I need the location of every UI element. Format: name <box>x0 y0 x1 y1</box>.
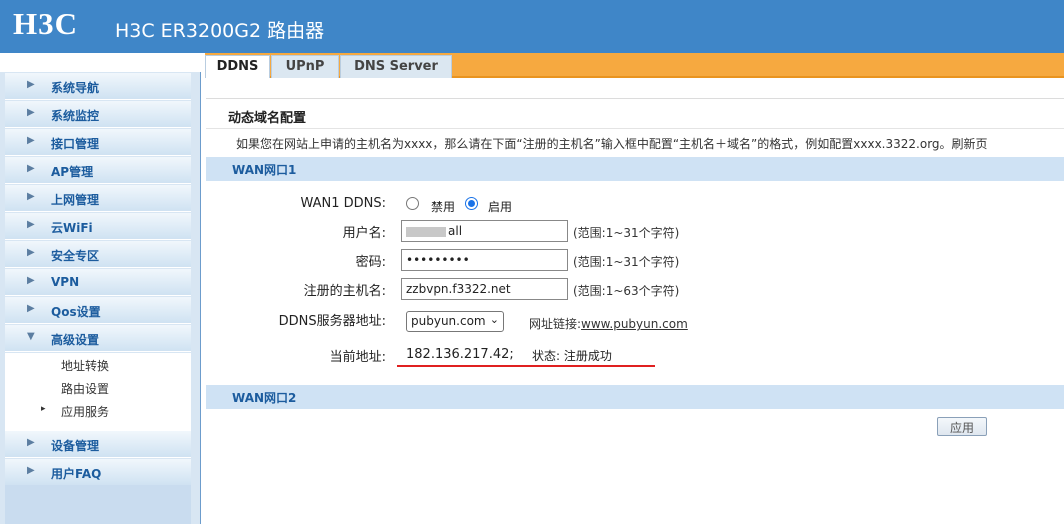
username-label: 用户名: <box>342 226 386 241</box>
sidebar-item-security[interactable]: ▶ 安全专区 <box>5 241 191 268</box>
expand-arrow-icon: ▶ <box>27 191 35 202</box>
sidebar-item-internet[interactable]: ▶ 上网管理 <box>5 185 191 212</box>
app-header: H3C H3C ER3200G2 路由器 <box>0 0 1064 53</box>
expand-arrow-icon: ▶ <box>27 219 35 230</box>
expand-arrow-icon: ▶ <box>27 135 35 146</box>
sidebar-subitem-app-services[interactable]: ▸ 应用服务 <box>5 399 191 422</box>
expand-arrow-icon: ▶ <box>27 79 35 90</box>
expand-arrow-icon: ▶ <box>27 437 35 448</box>
tab-dns-server[interactable]: DNS Server <box>340 55 452 78</box>
sidebar-item-advanced[interactable]: ▼ 高级设置 <box>5 325 191 352</box>
sidebar-item-ap[interactable]: ▶ AP管理 <box>5 157 191 184</box>
expand-arrow-icon: ▶ <box>27 303 35 314</box>
wan2-header[interactable]: WAN网口2 <box>206 385 1064 409</box>
section-title: 动态域名配置 <box>228 111 307 126</box>
ddns-server-select[interactable]: pubyun.com ⌄ <box>406 311 504 332</box>
expand-arrow-icon: ▶ <box>27 275 35 286</box>
expand-arrow-icon: ▶ <box>27 465 35 476</box>
sidebar-item-system-nav[interactable]: ▶ 系统导航 <box>5 73 191 100</box>
h3c-logo: H3C <box>13 6 78 41</box>
ddns-disable-label: 禁用 <box>431 200 456 214</box>
ddns-enable-radio[interactable] <box>465 197 478 210</box>
hostname-hint: (范围:1~63个字符) <box>573 284 680 298</box>
apply-button[interactable]: 应用 <box>937 417 987 436</box>
wan1-ddns-label: WAN1 DDNS: <box>300 196 386 211</box>
username-hint: (范围:1~31个字符) <box>573 226 680 240</box>
username-field[interactable]: all <box>401 220 568 242</box>
sidebar-subitem-routing[interactable]: 路由设置 <box>5 376 191 399</box>
ddns-server-label: DDNS服务器地址: <box>278 314 386 329</box>
tab-bar: DDNS UPnP DNS Server <box>205 53 1064 78</box>
sidebar-item-system-monitor[interactable]: ▶ 系统监控 <box>5 101 191 128</box>
sidebar-item-vpn[interactable]: ▶ VPN <box>5 269 191 296</box>
expand-arrow-icon: ▶ <box>27 163 35 174</box>
tab-ddns[interactable]: DDNS <box>205 55 270 78</box>
highlight-underline <box>397 365 655 367</box>
tab-upnp[interactable]: UPnP <box>271 55 339 78</box>
current-arrow-icon: ▸ <box>41 404 46 414</box>
expand-arrow-icon: ▶ <box>27 107 35 118</box>
hostname-label: 注册的主机名: <box>303 284 386 299</box>
chevron-down-icon: ⌄ <box>489 313 499 326</box>
registration-status: 状态: 注册成功 <box>532 349 612 363</box>
hostname-field[interactable]: zzbvpn.f3322.net <box>401 278 568 300</box>
password-field[interactable]: ••••••••• <box>401 249 568 271</box>
sidebar-item-cloud-wifi[interactable]: ▶ 云WiFi <box>5 213 191 240</box>
pubyun-link[interactable]: www.pubyun.com <box>581 317 688 331</box>
server-link: 网址链接:www.pubyun.com <box>529 317 688 331</box>
ddns-disable-radio[interactable] <box>406 197 419 210</box>
current-address-label: 当前地址: <box>329 350 386 365</box>
blurred-text <box>406 226 446 237</box>
password-hint: (范围:1~31个字符) <box>573 255 680 269</box>
description-text: 如果您在网站上申请的主机名为xxxx，那么请在下面“注册的主机名”输入框中配置“… <box>206 128 1064 155</box>
wan1-header: WAN网口1 <box>206 157 1064 181</box>
ddns-enable-label: 启用 <box>488 200 513 214</box>
sidebar-item-interface[interactable]: ▶ 接口管理 <box>5 129 191 156</box>
password-label: 密码: <box>355 255 386 270</box>
sidebar-item-faq[interactable]: ▶ 用户FAQ <box>5 459 191 486</box>
current-address-value: 182.136.217.42; <box>406 347 514 362</box>
expand-arrow-icon: ▶ <box>27 247 35 258</box>
device-title: H3C ER3200G2 路由器 <box>115 20 325 42</box>
collapse-arrow-icon: ▼ <box>27 331 35 342</box>
sidebar-item-qos[interactable]: ▶ Qos设置 <box>5 297 191 324</box>
sidebar-item-device[interactable]: ▶ 设备管理 <box>5 431 191 458</box>
sidebar-subitem-nat[interactable]: 地址转换 <box>5 353 191 376</box>
